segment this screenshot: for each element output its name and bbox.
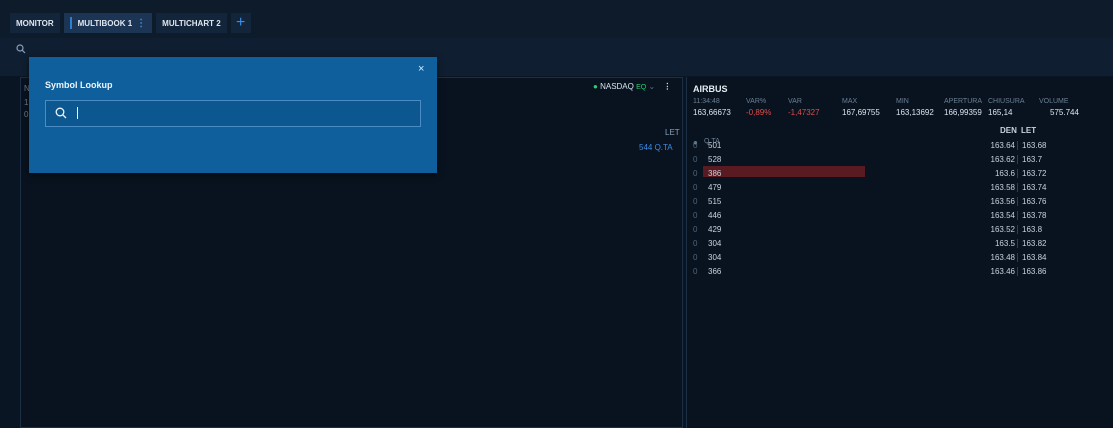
quote-label-min: MIN [896,98,909,105]
close-icon[interactable]: × [418,63,424,75]
book-qty: 304 [708,239,722,248]
column-header-let: LET [665,128,680,137]
quote-time: 11:34:48 [693,98,720,105]
book-den: 163.5 [994,239,1015,248]
book-zero: 0 [693,267,698,276]
quote-label-max: MAX [842,98,858,105]
book-qty: 366 [708,267,722,276]
book-zero: 0 [693,169,698,178]
book-header-let: LET [1021,126,1037,135]
book-zero: 0 [693,239,698,248]
text-caret [77,107,78,119]
book-den: 163.62 [990,155,1015,164]
book-zero: 0 [693,141,698,150]
book-let: 163.8 [1017,225,1042,234]
market-name: NASDAQ [600,82,634,91]
book-den: 163.56 [990,197,1015,206]
book-let: 163.76 [1017,197,1046,206]
dialog-title: Symbol Lookup [45,80,113,90]
market-selector[interactable]: ● NASDAQ EQ ⌄ ⋮ [593,82,671,91]
book-qty: 479 [708,183,722,192]
quote-panel [686,77,1113,428]
book-den: 163.48 [990,253,1015,262]
symbol-title: AIRBUS [693,84,728,94]
book-den: 163.54 [990,211,1015,220]
book-qty: 386 [708,169,722,178]
quote-label-chiusura: CHIUSURA [988,98,1025,105]
quote-var-pct: -0,89% [746,108,772,117]
book-let: 163.78 [1017,211,1046,220]
book-den: 163.6 [994,169,1015,178]
tab-multichart-2[interactable]: MULTICHART 2 [156,13,227,33]
book-header-den: DEN [1000,126,1017,135]
quote-var: -1,47327 [788,108,820,117]
active-tab-indicator [69,17,72,29]
quote-max: 167,69755 [842,108,880,117]
tab-multibook-1[interactable]: MULTIBOOK 1 ⋮ [63,13,153,33]
quote-last: 163,66673 [693,108,731,117]
book-den: 163.64 [990,141,1015,150]
status-dot-icon: ● [593,82,598,91]
book-zero: 0 [693,225,698,234]
book-let: 163.86 [1017,267,1046,276]
quote-apertura: 166,99359 [944,108,982,117]
quote-volume: 575.744 [1050,108,1079,117]
book-zero: 0 [693,253,698,262]
panel-fragment: 1 [24,98,29,107]
tab-label: MONITOR [16,18,54,28]
book-zero: 0 [693,183,698,192]
quote-label-var: VAR [788,98,802,105]
book-qty: 501 [708,141,722,150]
tab-label: MULTICHART 2 [162,18,221,28]
highlight-bar [703,166,865,177]
book-zero: 0 [693,155,698,164]
book-let: 163.68 [1017,141,1046,150]
book-let: 163.74 [1017,183,1046,192]
tab-monitor[interactable]: MONITOR [10,13,60,33]
tab-label: MULTIBOOK 1 [77,18,133,28]
kebab-icon[interactable]: ⋮ [663,82,671,91]
qty-value: 544 Q.TA [639,143,673,152]
book-qty: 515 [708,197,722,206]
book-zero: 0 [693,197,698,206]
book-qty: 429 [708,225,722,234]
market-type: EQ [636,84,647,91]
add-tab-button[interactable]: + [230,13,251,33]
search-icon[interactable] [16,44,26,54]
book-qty: 528 [708,155,722,164]
book-let: 163.82 [1017,239,1046,248]
quote-min: 163,13692 [896,108,934,117]
book-den: 163.52 [990,225,1015,234]
book-den: 163.58 [990,183,1015,192]
tab-strip: MONITOR MULTIBOOK 1 ⋮ MULTICHART 2 + [10,13,251,33]
kebab-icon[interactable]: ⋮ [136,18,146,29]
chevron-down-icon: ⌄ [648,82,656,91]
book-let: 163.72 [1017,169,1046,178]
quote-label-var-pct: VAR% [746,98,767,105]
book-let: 163.84 [1017,253,1046,262]
book-let: 163.7 [1017,155,1042,164]
quote-chiusura: 165,14 [988,108,1013,117]
book-qty: 304 [708,253,722,262]
quote-label-apertura: APERTURA [944,98,982,105]
search-icon [55,107,67,119]
book-den: 163.46 [990,267,1015,276]
book-qty: 446 [708,211,722,220]
quote-label-volume: VOLUME [1039,98,1069,105]
symbol-search-input[interactable] [45,100,421,127]
book-zero: 0 [693,211,698,220]
panel-fragment: 0 [24,110,29,119]
